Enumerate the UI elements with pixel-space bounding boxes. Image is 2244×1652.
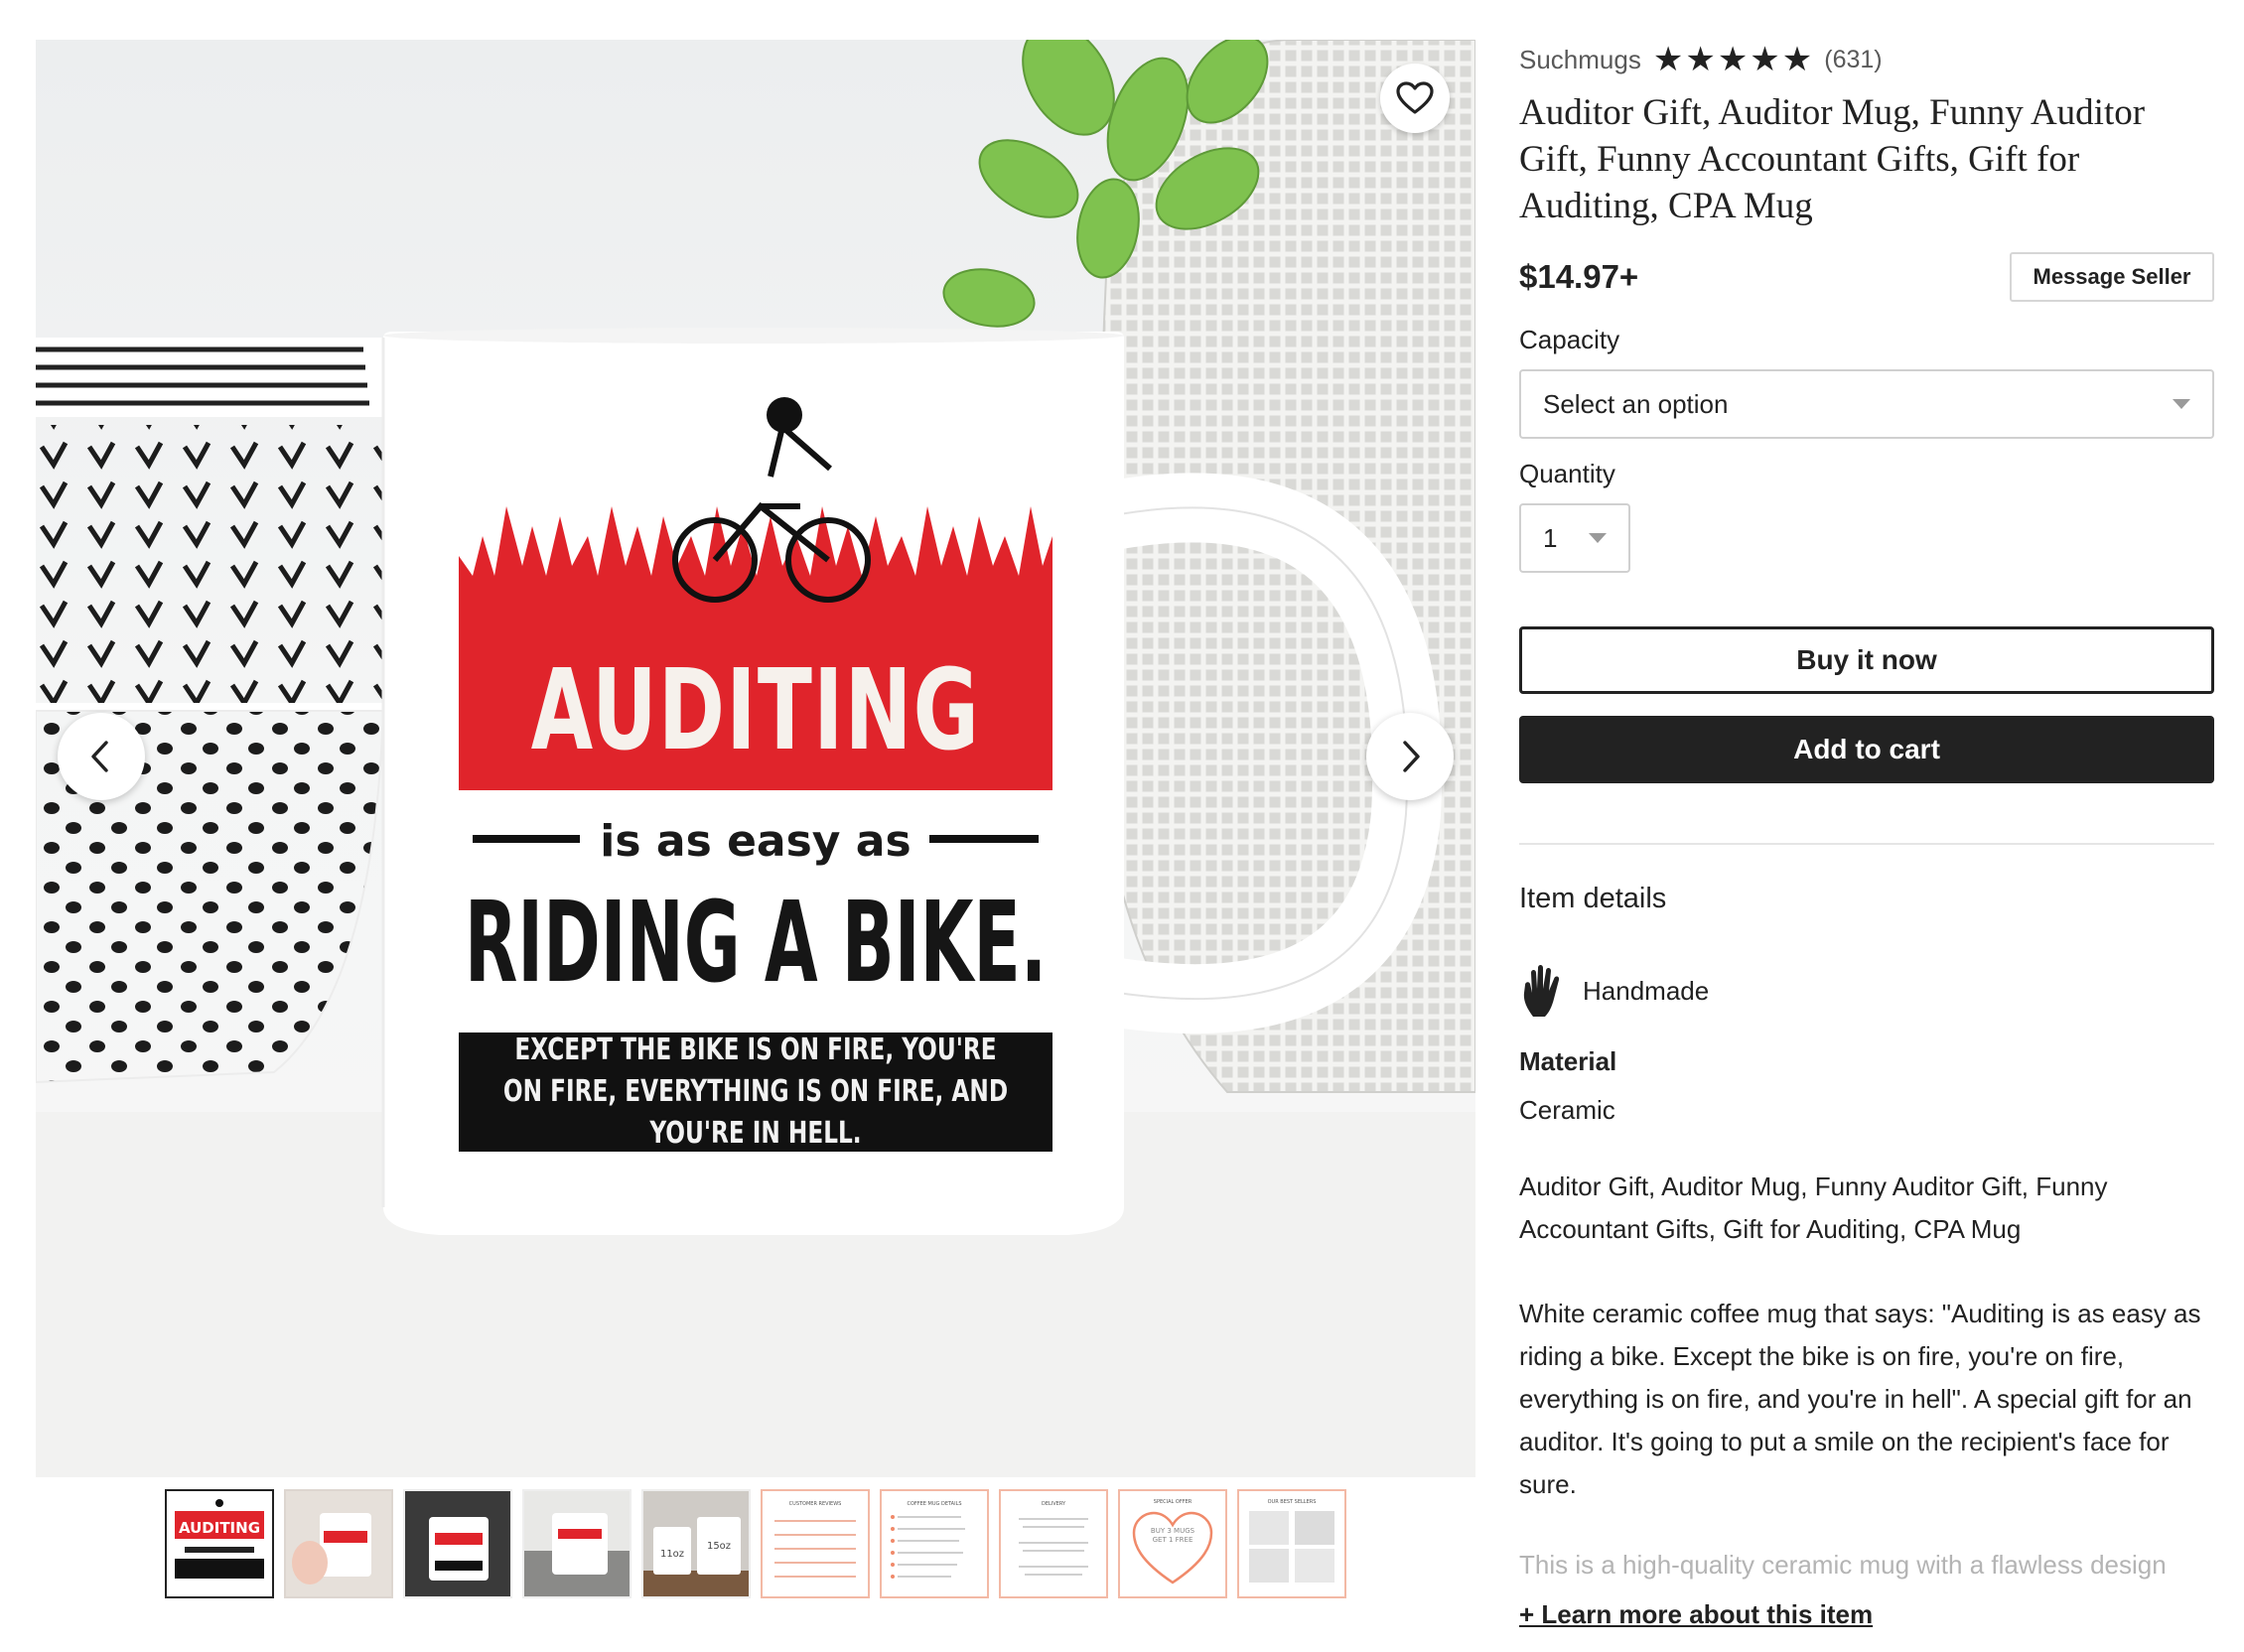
thumbnail-offer-text: BUY 3 MUGS GET 1 FREE: [1150, 1527, 1195, 1544]
capacity-selected-value: Select an option: [1543, 388, 1729, 419]
handmade-label: Handmade: [1583, 975, 1710, 1006]
main-product-image: AUDITING is as easy as RIDING A BIKE. EX…: [36, 40, 1475, 1477]
thumbnail-image: AUDITING: [175, 1499, 264, 1579]
thumbnail-heading: DELIVERY: [1042, 1501, 1066, 1507]
heart-outline-icon: [1396, 81, 1434, 114]
learn-more-link[interactable]: + Learn more about this item: [1519, 1599, 1873, 1630]
star-icon: ★: [1750, 40, 1780, 79]
message-seller-button[interactable]: Message Seller: [2010, 252, 2214, 302]
material-value: Ceramic: [1519, 1095, 1615, 1125]
star-icon: ★: [1652, 40, 1684, 79]
thumbnail-heading: SPECIAL OFFER: [1154, 1499, 1192, 1505]
seller-name-link[interactable]: Suchmugs: [1519, 45, 1641, 75]
quantity-label: Quantity: [1519, 459, 1615, 488]
product-photo-scene: [36, 40, 1475, 1477]
add-to-cart-button[interactable]: Add to cart: [1519, 716, 2214, 783]
handmade-row: Handmade: [1519, 963, 2214, 1019]
capacity-label: Capacity: [1519, 325, 1620, 354]
listing-panel: Suchmugs ★ ★ ★ ★ ★ (631) Auditor Gift, Audit…: [1519, 40, 2214, 1630]
thumbnail-image: [524, 1491, 630, 1596]
section-divider: [1519, 843, 2214, 845]
item-details-heading[interactable]: Item details: [1519, 883, 2214, 915]
thumbnail-image: [405, 1491, 510, 1596]
thumbnail-2[interactable]: [284, 1489, 393, 1598]
price: $14.97+: [1519, 258, 1639, 295]
material-heading: Material: [1519, 1046, 1617, 1076]
buy-it-now-button[interactable]: Buy it now: [1519, 626, 2214, 694]
listing-title: Auditor Gift, Auditor Mug, Funny Auditor…: [1519, 92, 2146, 226]
thumbnail-8[interactable]: DELIVERY: [999, 1489, 1108, 1598]
thumbnail-heading: COFFEE MUG DETAILS: [907, 1501, 961, 1507]
thumbnail-6[interactable]: CUSTOMER REVIEWS: [761, 1489, 870, 1598]
thumbnail-strip: AUDITING 11oz 15oz CUSTOMER REVIEWS COFF…: [165, 1489, 1346, 1598]
thumbnail-label-11oz: 11oz: [660, 1549, 684, 1560]
thumbnail-image: DELIVERY: [1019, 1501, 1088, 1576]
next-image-button[interactable]: [1366, 713, 1454, 800]
thumbnail-7[interactable]: COFFEE MUG DETAILS: [880, 1489, 989, 1598]
thumbnail-image: [286, 1491, 391, 1596]
thumbnail-10[interactable]: OUR BEST SELLERS: [1237, 1489, 1346, 1598]
quantity-select[interactable]: 1: [1519, 503, 1630, 573]
chevron-down-icon: [1589, 533, 1607, 543]
chevron-down-icon: [2173, 399, 2190, 409]
favorite-button[interactable]: [1380, 64, 1450, 133]
seller-row: Suchmugs ★ ★ ★ ★ ★ (631): [1519, 40, 2214, 79]
thumbnail-1[interactable]: AUDITING: [165, 1489, 274, 1598]
thumbnail-image: COFFEE MUG DETAILS: [891, 1501, 965, 1579]
thumbnail-heading: OUR BEST SELLERS: [1268, 1499, 1317, 1505]
star-icon: ★: [1781, 40, 1813, 79]
capacity-select[interactable]: Select an option: [1519, 369, 2214, 439]
thumbnail-4[interactable]: [522, 1489, 631, 1598]
thumbnail-heading: CUSTOMER REVIEWS: [789, 1501, 842, 1507]
rating-stars[interactable]: ★ ★ ★ ★ ★: [1653, 43, 1812, 76]
description-paragraph-3: This is a high-quality ceramic mug with …: [1519, 1550, 2167, 1580]
description-paragraph-2: White ceramic coffee mug that says: "Aud…: [1519, 1299, 2201, 1499]
description-paragraph-1: Auditor Gift, Auditor Mug, Funny Auditor…: [1519, 1171, 2108, 1244]
chevron-left-icon: [91, 741, 108, 772]
star-icon: ★: [1685, 40, 1716, 79]
star-icon: ★: [1717, 40, 1749, 79]
chevron-right-icon: [1403, 741, 1420, 772]
thumbnail-image: OUR BEST SELLERS: [1249, 1499, 1334, 1583]
thumbnail-image: 11oz 15oz: [643, 1491, 749, 1596]
previous-image-button[interactable]: [58, 713, 145, 800]
hand-icon: [1523, 965, 1560, 1017]
thumbnail-caption: AUDITING: [179, 1519, 260, 1537]
price-row: $14.97+ Message Seller: [1519, 251, 2214, 303]
thumbnail-image: CUSTOMER REVIEWS: [774, 1501, 856, 1578]
review-count[interactable]: (631): [1824, 46, 1882, 74]
thumbnail-9[interactable]: SPECIAL OFFER BUY 3 MUGS GET 1 FREE: [1118, 1489, 1227, 1598]
thumbnail-image: SPECIAL OFFER BUY 3 MUGS GET 1 FREE: [1132, 1499, 1213, 1584]
thumbnail-label-15oz: 15oz: [707, 1541, 731, 1552]
quantity-selected-value: 1: [1543, 522, 1558, 553]
thumbnail-5[interactable]: 11oz 15oz: [641, 1489, 751, 1598]
thumbnail-3[interactable]: [403, 1489, 512, 1598]
